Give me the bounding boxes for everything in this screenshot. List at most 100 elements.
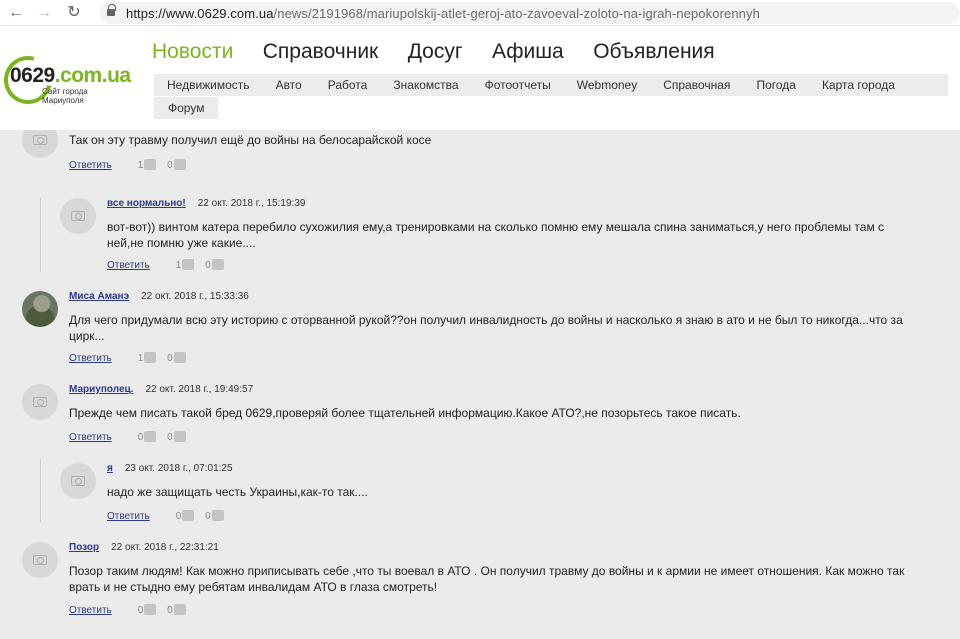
url-text: https://www.0629.com.ua/news/2191968/mar… (126, 6, 760, 21)
main-nav-news[interactable]: Новости (152, 40, 233, 64)
thumbs-up-icon (144, 604, 157, 615)
like-button[interactable]: 0 (138, 431, 157, 443)
comment: Миса Аманэ 22 окт. 2018 г., 15:33:36 Для … (22, 291, 942, 371)
avatar (22, 384, 58, 420)
camera-icon (33, 555, 47, 565)
sub-nav-row: Недвижимость Авто Работа Знакомства Фото… (154, 74, 948, 96)
avatar (60, 463, 96, 499)
sub-nav-help[interactable]: Справочная (650, 74, 743, 96)
sub-nav-auto[interactable]: Авто (263, 74, 315, 96)
main-nav: Новости Справочник Досуг Афиша Объявлени… (152, 40, 740, 70)
camera-icon (33, 397, 47, 407)
comment-reply: все нормально! 22 окт. 2018 г., 15:19:39 … (60, 198, 940, 278)
sub-nav: Недвижимость Авто Работа Знакомства Фото… (154, 74, 948, 119)
dislike-button[interactable]: 0 (205, 510, 224, 522)
back-arrow-icon[interactable]: ← (6, 3, 26, 23)
comments-section: Так он эту травму получил ещё до войны н… (0, 130, 960, 639)
comment: Так он эту травму получил ещё до войны н… (22, 130, 942, 182)
comment-actions: Ответить 0 0 (69, 604, 194, 616)
sub-nav-webmoney[interactable]: Webmoney (564, 74, 650, 96)
camera-icon (71, 211, 85, 221)
url-path: /news/2191968/mariupolskij-atlet-geroj-a… (273, 6, 760, 21)
camera-icon (33, 135, 47, 145)
sub-nav-dating[interactable]: Знакомства (380, 74, 471, 96)
like-count: 1 (137, 353, 144, 364)
reply-link[interactable]: Ответить (69, 432, 135, 443)
thumbs-up-icon (144, 431, 157, 442)
comment-meta: Позор 22 окт. 2018 г., 22:31:21 (69, 542, 219, 553)
thumbs-down-icon (173, 352, 186, 363)
comment-date: 22 окт. 2018 г., 22:31:21 (111, 542, 219, 553)
sub-nav-realty[interactable]: Недвижимость (154, 74, 263, 96)
dislike-button[interactable]: 0 (167, 159, 186, 171)
logo-tagline: Сайт города Мариуполя (42, 87, 88, 105)
main-nav-directory[interactable]: Справочник (263, 40, 379, 64)
thumbs-up-icon (144, 159, 157, 170)
sub-nav-forum[interactable]: Форум (154, 97, 218, 119)
forward-arrow-icon[interactable]: → (34, 3, 54, 23)
comment-reply: я 23 окт. 2018 г., 07:01:25 надо же защищ… (60, 463, 940, 528)
sub-nav-city-map[interactable]: Карта города (809, 74, 908, 96)
reply-link[interactable]: Ответить (69, 160, 135, 171)
reply-link[interactable]: Ответить (69, 353, 135, 364)
thumbs-up-icon (182, 259, 195, 270)
like-button[interactable]: 0 (176, 510, 195, 522)
address-bar[interactable]: https://www.0629.com.ua/news/2191968/mar… (100, 2, 960, 24)
dislike-count: 0 (167, 160, 173, 171)
comment-text: вот-вот)) винтом катера перебило сухожил… (107, 220, 885, 250)
site-header: 0629.com.ua Сайт города Мариуполя Новост… (0, 26, 960, 130)
like-button[interactable]: 1 (176, 259, 195, 271)
comment-date: 22 окт. 2018 г., 15:33:36 (141, 291, 249, 302)
comment-author[interactable]: Мариуполец. (69, 384, 133, 395)
comment-actions: Ответить 1 0 (69, 159, 194, 171)
dislike-button[interactable]: 0 (167, 431, 186, 443)
comment-author[interactable]: Позор (69, 542, 99, 553)
like-button[interactable]: 1 (138, 352, 157, 364)
comment-actions: Ответить 1 0 (69, 352, 194, 364)
sub-nav-weather[interactable]: Погода (743, 74, 809, 96)
dislike-button[interactable]: 0 (205, 259, 224, 271)
comment-date: 22 окт. 2018 г., 15:19:39 (197, 198, 306, 209)
dislike-count: 0 (167, 432, 173, 443)
comment: Мариуполец. 22 окт. 2018 г., 19:49:57 Пре… (22, 384, 942, 449)
logo-number: 0629 (10, 64, 55, 87)
comment-text: Позор таким людям! Как можно приписывать… (69, 564, 905, 594)
dislike-count: 0 (205, 511, 211, 522)
comment-meta: я 23 окт. 2018 г., 07:01:25 (107, 463, 233, 474)
thumbs-up-icon (144, 352, 157, 363)
comment-date: 23 окт. 2018 г., 07:01:25 (124, 463, 233, 474)
thumbs-down-icon (211, 510, 224, 521)
thumbs-down-icon (173, 431, 186, 442)
comment-author[interactable]: все нормально! (107, 198, 186, 209)
like-button[interactable]: 1 (138, 159, 157, 171)
logo-wordmark: 0629.com.ua (10, 64, 131, 88)
comment-text: надо же защищать честь Украины,как-то та… (107, 485, 368, 499)
reply-thread-line (40, 198, 41, 272)
comment-date: 22 окт. 2018 г., 19:49:57 (145, 384, 254, 395)
reply-link[interactable]: Ответить (107, 511, 173, 522)
comment-author[interactable]: Миса Аманэ (69, 291, 129, 302)
camera-icon (71, 476, 85, 486)
site-logo[interactable]: 0629.com.ua Сайт города Мариуполя (0, 47, 144, 113)
main-nav-events[interactable]: Афиша (492, 40, 564, 64)
like-count: 1 (137, 160, 144, 171)
main-nav-leisure[interactable]: Досуг (408, 40, 463, 64)
lock-icon (107, 4, 116, 17)
comment-author[interactable]: я (107, 463, 113, 474)
sub-nav-photo-reports[interactable]: Фотоотчеты (472, 74, 564, 96)
comment: Позор 22 окт. 2018 г., 22:31:21 Позор так… (22, 542, 942, 627)
sub-nav-jobs[interactable]: Работа (315, 74, 381, 96)
dislike-button[interactable]: 0 (167, 604, 186, 616)
reply-link[interactable]: Ответить (107, 260, 173, 271)
thumbs-down-icon (173, 604, 186, 615)
comment-meta: Миса Аманэ 22 окт. 2018 г., 15:33:36 (69, 291, 249, 302)
comment-text: Прежде чем писать такой бред 0629,провер… (69, 406, 741, 420)
reply-link[interactable]: Ответить (69, 605, 135, 616)
like-button[interactable]: 0 (138, 604, 157, 616)
comment-meta: все нормально! 22 окт. 2018 г., 15:19:39 (107, 198, 305, 209)
dislike-button[interactable]: 0 (167, 352, 186, 364)
main-nav-classifieds[interactable]: Объявления (593, 40, 714, 64)
dislike-count: 0 (167, 605, 173, 616)
reload-icon[interactable]: ↻ (64, 3, 84, 23)
comment-actions: Ответить 1 0 (107, 259, 232, 271)
